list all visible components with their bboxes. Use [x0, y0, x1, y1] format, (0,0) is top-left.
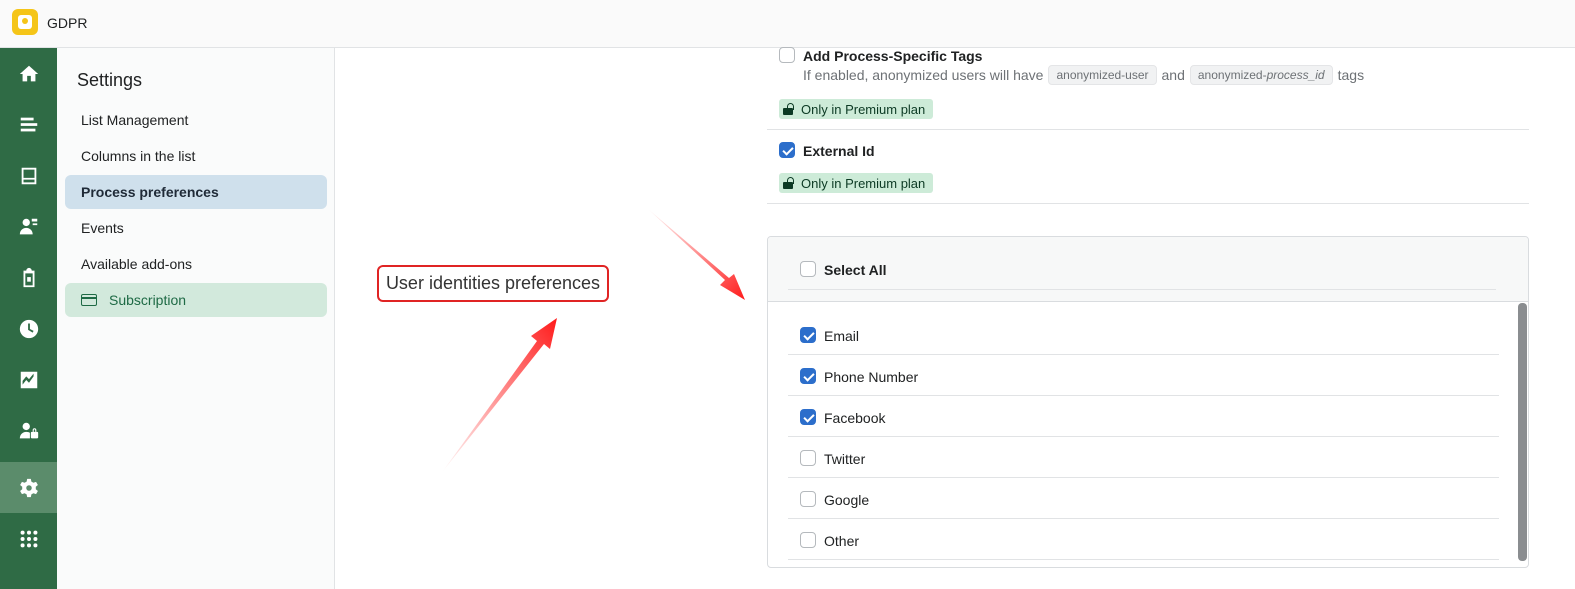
identities-scrollbar[interactable] — [1518, 303, 1527, 567]
select-all-checkbox[interactable] — [800, 261, 816, 277]
nav-subscription-label: Subscription — [109, 292, 187, 308]
annotation-callout: User identities preferences — [377, 265, 609, 302]
phone-number-label: Phone Number — [824, 369, 919, 385]
apps-grid-icon[interactable] — [0, 513, 57, 564]
scrollbar-thumb[interactable] — [1518, 303, 1527, 561]
google-checkbox[interactable] — [800, 491, 816, 507]
premium-badge-label: Only in Premium plan — [801, 175, 926, 191]
nav-events[interactable]: Events — [65, 211, 327, 245]
process-tags-help: If enabled, anonymized users will have a… — [803, 65, 1364, 85]
nav-subscription[interactable]: Subscription — [65, 283, 327, 317]
process-tags-label: Add Process-Specific Tags — [803, 48, 983, 64]
settings-title: Settings — [77, 70, 143, 90]
tag-anonymized-user: anonymized-user — [1048, 65, 1157, 85]
lock-icon — [783, 177, 794, 189]
divider — [788, 289, 1496, 290]
top-bar: GDPR — [0, 0, 1575, 48]
email-checkbox[interactable] — [800, 327, 816, 343]
external-id-checkbox[interactable] — [779, 142, 795, 158]
user-identities-card: Select All Email Phone Number Facebook T… — [767, 236, 1529, 568]
lock-icon — [783, 103, 794, 115]
facebook-checkbox[interactable] — [800, 409, 816, 425]
app-title: GDPR — [47, 15, 88, 31]
settings-sidebar: Settings List Management Columns in the … — [57, 48, 335, 589]
help-and: and — [1161, 67, 1185, 83]
identities-card-header: Select All — [768, 237, 1528, 302]
main-content: Add Process-Specific Tags If enabled, an… — [335, 47, 1575, 589]
user-lock-icon[interactable] — [0, 405, 57, 456]
phone-number-checkbox[interactable] — [800, 368, 816, 384]
twitter-checkbox[interactable] — [800, 450, 816, 466]
external-id-label: External Id — [803, 143, 875, 159]
tag-anonymized-process-id: anonymized-process_id — [1189, 65, 1333, 85]
gear-icon[interactable] — [0, 462, 57, 513]
home-icon[interactable] — [0, 48, 57, 99]
nav-columns-in-list[interactable]: Columns in the list — [65, 139, 327, 173]
email-label: Email — [824, 328, 860, 344]
divider — [767, 129, 1529, 130]
nav-process-preferences[interactable]: Process preferences — [65, 175, 327, 209]
nav-list-management[interactable]: List Management — [65, 103, 327, 137]
list-icon[interactable] — [0, 99, 57, 150]
gdpr-logo-icon — [12, 9, 38, 35]
divider — [788, 559, 1499, 560]
premium-badge-external-id: Only in Premium plan — [779, 173, 934, 193]
chart-icon[interactable] — [0, 354, 57, 405]
facebook-label: Facebook — [824, 410, 886, 426]
nav-available-add-ons[interactable]: Available add-ons — [65, 247, 327, 281]
divider — [788, 436, 1499, 437]
left-nav-rail — [0, 48, 57, 589]
help-suffix: tags — [1337, 67, 1365, 83]
premium-badge-label: Only in Premium plan — [801, 101, 926, 117]
inbox-icon[interactable] — [0, 150, 57, 201]
google-label: Google — [824, 492, 870, 508]
credit-card-icon — [81, 294, 97, 306]
divider — [788, 477, 1499, 478]
process-tags-checkbox[interactable] — [779, 47, 795, 63]
other-label: Other — [824, 533, 860, 549]
divider — [767, 203, 1529, 204]
clipboard-icon[interactable] — [0, 252, 57, 303]
divider — [788, 518, 1499, 519]
twitter-label: Twitter — [824, 451, 866, 467]
select-all-label: Select All — [824, 262, 887, 278]
divider — [788, 354, 1499, 355]
premium-badge-process-tags: Only in Premium plan — [779, 99, 934, 119]
user-edit-icon[interactable] — [0, 201, 57, 252]
help-prefix: If enabled, anonymized users will have — [803, 67, 1044, 83]
other-checkbox[interactable] — [800, 532, 816, 548]
divider — [788, 395, 1499, 396]
clock-icon[interactable] — [0, 303, 57, 354]
